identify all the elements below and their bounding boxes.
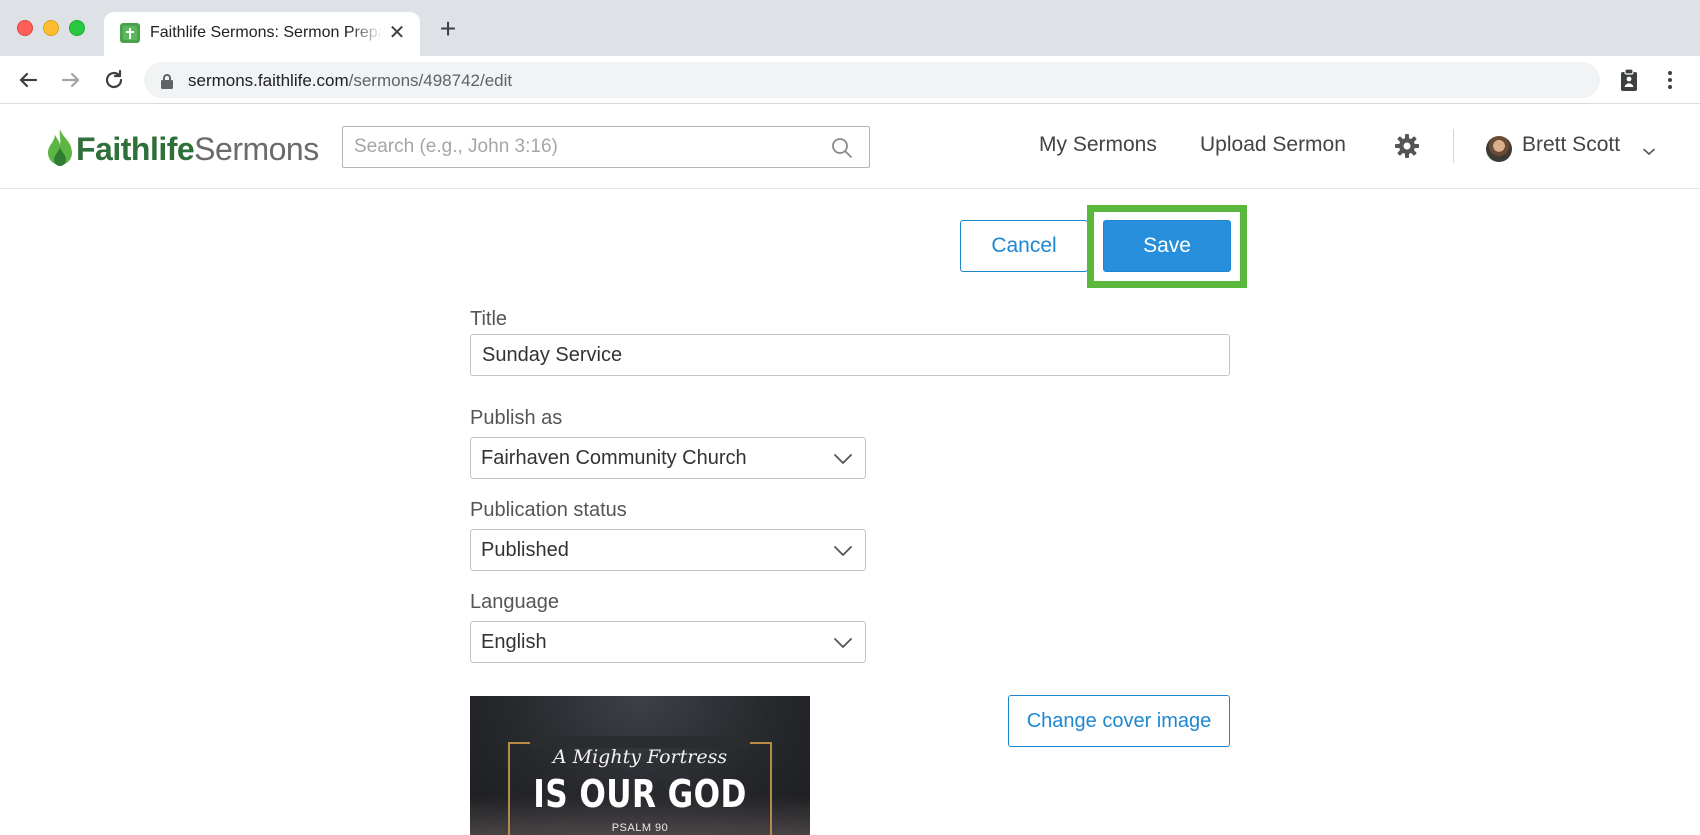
browser-toolbar: sermons.faithlife.com/sermons/498742/edi… xyxy=(0,56,1700,104)
save-button[interactable]: Save xyxy=(1103,220,1231,272)
close-tab-icon[interactable]: ✕ xyxy=(386,22,408,44)
window-minimize-button[interactable] xyxy=(43,20,59,36)
chevron-down-icon[interactable] xyxy=(1643,143,1655,161)
publish-as-label: Publish as xyxy=(470,407,563,429)
lock-icon xyxy=(160,73,174,94)
gear-icon[interactable] xyxy=(1394,133,1420,164)
logo-faithlife-text: Faithlife xyxy=(76,131,195,167)
chevron-down-icon xyxy=(833,452,853,470)
title-label: Title xyxy=(470,308,508,330)
publication-status-select[interactable]: Published xyxy=(470,529,866,571)
logo-sermons-text: Sermons xyxy=(194,131,319,167)
publication-status-label: Publication status xyxy=(470,499,627,521)
change-cover-image-button[interactable]: Change cover image xyxy=(1008,695,1230,747)
search-icon[interactable] xyxy=(831,137,853,164)
site-header: FaithlifeSermons My Sermons Upload Sermo… xyxy=(0,105,1700,189)
url-host: sermons.faithlife.com xyxy=(188,71,349,90)
url-path: /sermons/498742/edit xyxy=(348,71,513,90)
user-avatar[interactable] xyxy=(1486,136,1512,162)
language-select[interactable]: English xyxy=(470,621,866,663)
more-menu-icon[interactable] xyxy=(1656,66,1684,94)
cancel-button[interactable]: Cancel xyxy=(960,220,1088,272)
title-input[interactable]: Sunday Service xyxy=(470,334,1230,376)
window-close-button[interactable] xyxy=(17,20,33,36)
flame-logo-icon xyxy=(46,127,74,174)
language-label: Language xyxy=(470,591,559,613)
clipboard-extension-icon[interactable] xyxy=(1615,66,1643,94)
logo-wordmark: FaithlifeSermons xyxy=(76,131,319,168)
forward-arrow-icon[interactable] xyxy=(57,66,85,94)
user-menu-name[interactable]: Brett Scott xyxy=(1522,133,1620,157)
address-bar[interactable]: sermons.faithlife.com/sermons/498742/edi… xyxy=(144,62,1600,98)
publish-as-value: Fairhaven Community Church xyxy=(481,447,747,469)
reload-icon[interactable] xyxy=(100,66,128,94)
header-divider xyxy=(1453,129,1454,163)
new-tab-button[interactable]: + xyxy=(436,15,460,43)
chevron-down-icon xyxy=(833,544,853,562)
cover-headline-text: IS OUR GOD xyxy=(533,772,747,816)
cover-image: A Mighty Fortress IS OUR GOD PSALM 90 xyxy=(470,696,810,835)
url-text: sermons.faithlife.com/sermons/498742/edi… xyxy=(188,71,512,91)
search-input[interactable] xyxy=(343,127,823,167)
faithlife-favicon-icon xyxy=(120,23,140,43)
language-value: English xyxy=(481,631,547,653)
my-sermons-link[interactable]: My Sermons xyxy=(1039,133,1157,157)
publication-status-value: Published xyxy=(481,539,569,561)
search-box xyxy=(342,126,870,168)
publish-as-select[interactable]: Fairhaven Community Church xyxy=(470,437,866,479)
cover-reference-text: PSALM 90 xyxy=(611,822,669,834)
browser-tab-strip: Faithlife Sermons: Sermon Preparation ✕ … xyxy=(0,0,1700,56)
chevron-down-icon xyxy=(833,636,853,654)
browser-tab-active[interactable]: Faithlife Sermons: Sermon Preparation ✕ xyxy=(104,12,420,56)
back-arrow-icon[interactable] xyxy=(14,66,42,94)
window-maximize-button[interactable] xyxy=(69,20,85,36)
cover-script-text: A Mighty Fortress xyxy=(552,746,728,768)
upload-sermon-link[interactable]: Upload Sermon xyxy=(1200,133,1346,157)
tab-title: Faithlife Sermons: Sermon Preparation xyxy=(150,24,382,41)
